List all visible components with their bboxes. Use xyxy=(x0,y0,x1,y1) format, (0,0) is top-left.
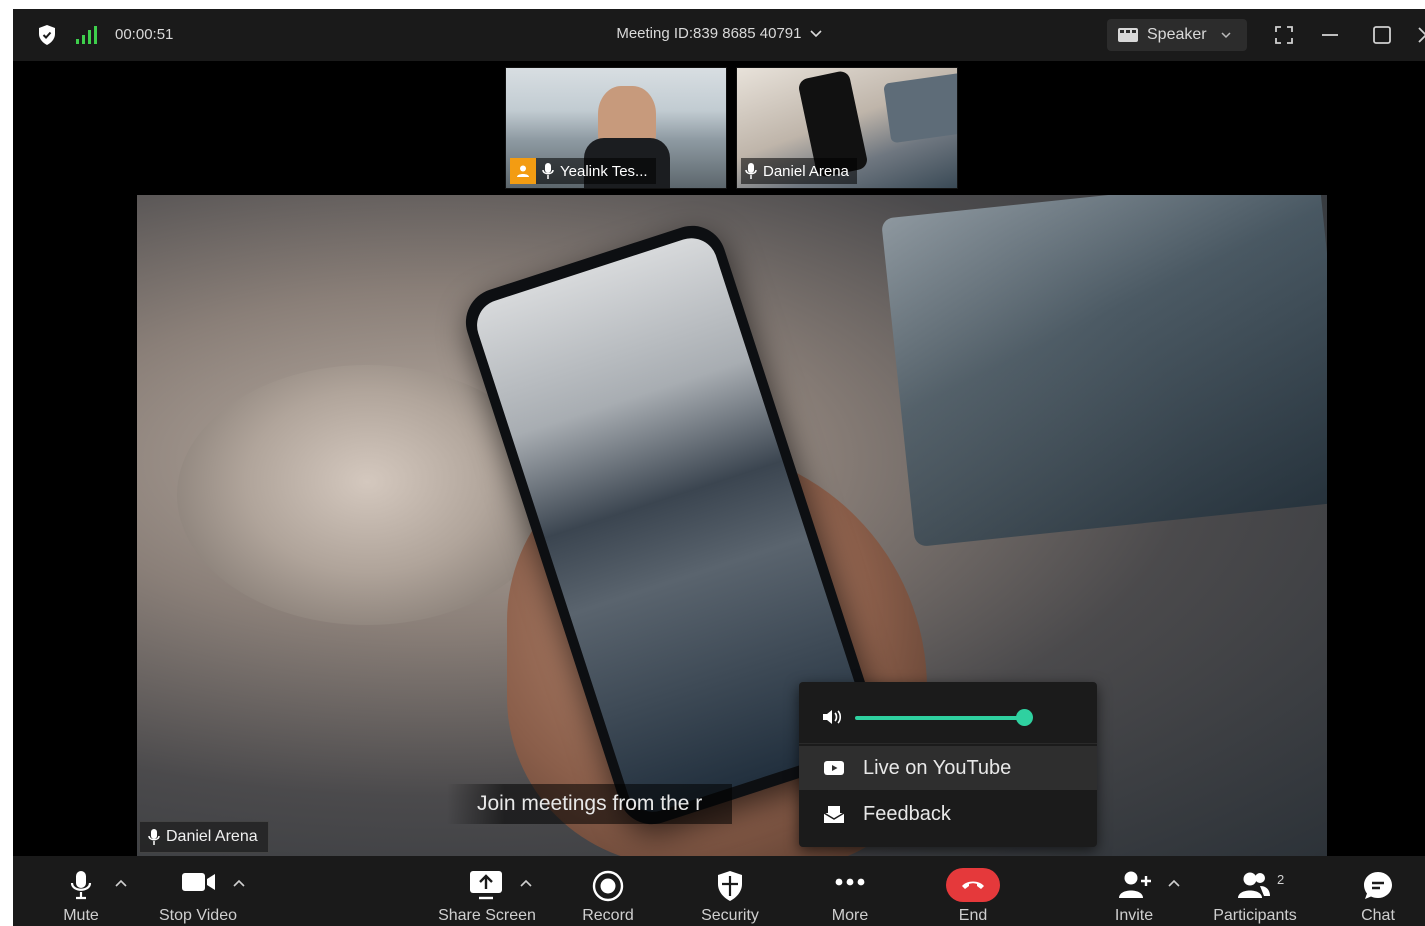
volume-slider-track[interactable] xyxy=(855,716,1024,720)
host-badge-icon xyxy=(510,158,536,184)
speaker-label: Speaker xyxy=(1147,26,1207,43)
menu-item-live-on-youtube[interactable]: Live on YouTube xyxy=(799,746,1097,790)
mute-options-caret-icon[interactable] xyxy=(114,878,128,888)
signal-strength-icon[interactable] xyxy=(75,25,99,45)
video-subtitle: Join meetings from the r xyxy=(447,784,733,824)
share-screen-button[interactable]: Share Screen xyxy=(433,856,541,926)
more-dots-icon xyxy=(835,878,865,886)
menu-item-label: Feedback xyxy=(863,802,951,825)
minimize-icon[interactable] xyxy=(1317,22,1343,48)
end-button-shape xyxy=(946,868,1000,902)
participants-label: Participants xyxy=(1213,907,1297,924)
participants-button[interactable]: 2 Participants xyxy=(1205,856,1305,926)
bottom-toolbar: Mute Stop Video Share Screen Record Secu… xyxy=(13,856,1425,926)
chat-label: Chat xyxy=(1361,907,1395,924)
meeting-id-dropdown[interactable]: Meeting ID:839 8685 40791 xyxy=(616,25,822,42)
mute-button[interactable]: Mute xyxy=(55,856,107,926)
fullscreen-icon[interactable] xyxy=(1271,22,1297,48)
chevron-down-icon xyxy=(810,30,822,38)
add-person-icon xyxy=(1119,871,1151,898)
more-label: More xyxy=(831,907,869,924)
security-shield-icon xyxy=(718,871,742,901)
mute-label: Mute xyxy=(63,907,99,924)
youtube-icon xyxy=(824,761,844,775)
invite-label: Invite xyxy=(1114,907,1154,924)
layout-icon xyxy=(1118,28,1138,42)
volume-row xyxy=(799,682,1097,744)
video-camera-icon xyxy=(182,873,215,891)
more-button[interactable]: More xyxy=(816,856,884,926)
speaker-volume-icon xyxy=(823,710,842,724)
share-screen-icon xyxy=(470,871,502,900)
participants-icon xyxy=(1238,872,1270,898)
chat-button[interactable]: Chat xyxy=(1353,856,1403,926)
stop-video-button[interactable]: Stop Video xyxy=(151,856,245,926)
view-mode-speaker-button[interactable]: Speaker xyxy=(1107,19,1247,51)
more-menu-popup: Live on YouTube Feedback xyxy=(799,682,1097,847)
close-icon[interactable] xyxy=(1413,22,1425,48)
security-label: Security xyxy=(701,907,759,924)
microphone-icon xyxy=(70,871,92,900)
video-background-tablet xyxy=(880,195,1327,548)
main-video-view[interactable]: Join meetings from the r Daniel Arena xyxy=(137,195,1327,857)
maximize-icon[interactable] xyxy=(1369,22,1395,48)
thumbnail-name-label: Daniel Arena xyxy=(741,158,857,184)
feedback-icon xyxy=(823,806,845,823)
video-options-caret-icon[interactable] xyxy=(232,878,246,888)
participants-count-badge: 2 xyxy=(1277,872,1285,887)
top-bar: 00:00:51 Meeting ID:839 8685 40791 Speak… xyxy=(13,9,1425,61)
meeting-window: 00:00:51 Meeting ID:839 8685 40791 Speak… xyxy=(13,9,1425,926)
hang-up-phone-icon xyxy=(962,881,984,889)
volume-slider-handle[interactable] xyxy=(1016,709,1033,726)
participant-thumbnail[interactable]: Yealink Tes... xyxy=(505,67,727,189)
active-speaker-name: Daniel Arena xyxy=(166,828,258,845)
thumbnail-name-label: Yealink Tes... xyxy=(510,158,656,184)
share-options-caret-icon[interactable] xyxy=(519,878,533,888)
microphone-icon xyxy=(745,163,757,179)
menu-item-label: Live on YouTube xyxy=(863,756,1012,779)
record-icon xyxy=(592,870,624,902)
invite-button[interactable]: Invite xyxy=(1105,856,1163,926)
chat-bubble-icon xyxy=(1364,872,1392,899)
active-speaker-label: Daniel Arena xyxy=(139,821,269,853)
invite-options-caret-icon[interactable] xyxy=(1167,878,1181,888)
end-label: End xyxy=(958,907,988,924)
meeting-timer: 00:00:51 xyxy=(115,26,174,43)
chevron-down-icon xyxy=(1221,31,1231,38)
record-button[interactable]: Record xyxy=(571,856,645,926)
security-button[interactable]: Security xyxy=(693,856,767,926)
share-screen-label: Share Screen xyxy=(438,907,536,924)
stop-video-label: Stop Video xyxy=(159,907,237,924)
meeting-id-text: Meeting ID:839 8685 40791 xyxy=(616,25,802,42)
microphone-icon xyxy=(148,829,160,845)
thumbnail-name: Daniel Arena xyxy=(763,162,849,180)
end-meeting-button[interactable]: End xyxy=(945,856,1001,926)
shield-icon[interactable] xyxy=(37,24,57,46)
menu-item-feedback[interactable]: Feedback xyxy=(799,792,1097,836)
record-label: Record xyxy=(582,907,634,924)
microphone-icon xyxy=(542,163,554,179)
participant-thumbnail[interactable]: Daniel Arena xyxy=(736,67,958,189)
thumbnail-name: Yealink Tes... xyxy=(560,162,648,180)
